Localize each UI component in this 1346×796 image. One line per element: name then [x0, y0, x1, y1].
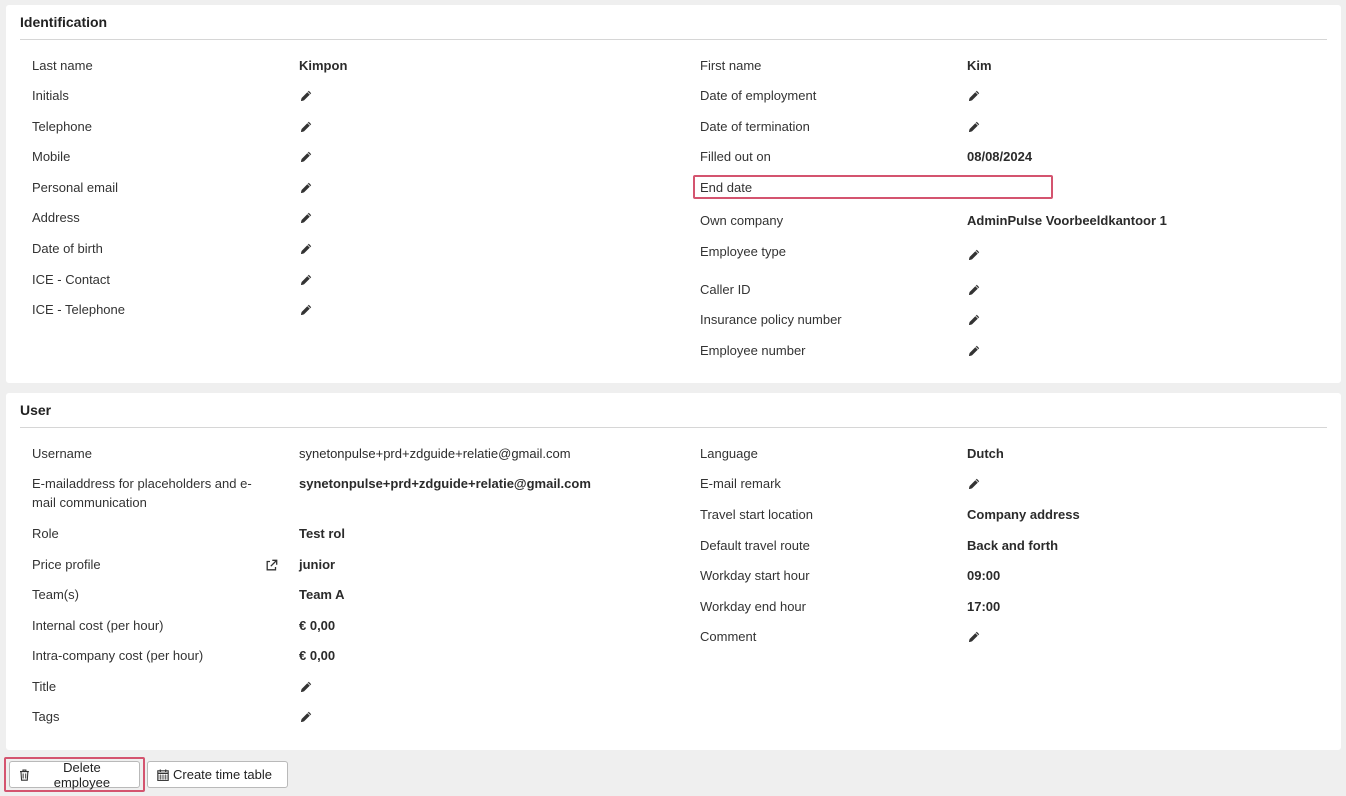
field-label: ICE - Telephone [32, 302, 125, 317]
pencil-icon[interactable] [299, 120, 313, 134]
pencil-icon[interactable] [967, 630, 981, 644]
field-label: Personal email [32, 180, 118, 195]
pencil-icon[interactable] [299, 211, 313, 225]
field-value: 09:00 [967, 568, 1001, 583]
field-value: Company address [967, 507, 1080, 522]
calendar-icon [157, 769, 169, 781]
divider [20, 427, 1327, 428]
field-label: Date of termination [700, 119, 810, 134]
field-label: Workday start hour [700, 568, 810, 583]
pencil-icon[interactable] [967, 344, 981, 358]
field-label: Employee number [700, 343, 806, 358]
field-value: Dutch [967, 446, 1004, 461]
field-label: Default travel route [700, 538, 810, 553]
field-label: Address [32, 210, 80, 225]
pencil-icon[interactable] [967, 120, 981, 134]
field-label: Title [32, 679, 57, 694]
field-label: Date of employment [700, 88, 817, 103]
pencil-icon[interactable] [967, 477, 981, 491]
field-value: AdminPulse Voorbeeldkantoor 1 [967, 213, 1167, 228]
field-label: ICE - Contact [32, 272, 111, 287]
field-label: Insurance policy number [700, 312, 842, 327]
field-label: Own company [700, 213, 784, 228]
field-label: Caller ID [700, 282, 751, 297]
user-panel: User Username synetonpulse+prd+zdguide+r… [6, 393, 1341, 750]
user-title: User [20, 402, 52, 418]
pencil-icon[interactable] [967, 248, 981, 262]
field-value: € 0,00 [299, 648, 336, 663]
create-time-table-button[interactable]: Create time table [147, 761, 288, 788]
field-value: Team A [299, 587, 345, 602]
delete-button-highlight [4, 757, 145, 792]
field-label: Comment [700, 629, 757, 644]
field-label: Price profile [32, 557, 101, 572]
field-value: synetonpulse+prd+zdguide+relatie@gmail.c… [299, 446, 571, 461]
pencil-icon[interactable] [967, 283, 981, 297]
field-value: Test rol [299, 526, 345, 541]
field-value: Back and forth [967, 538, 1059, 553]
pencil-icon[interactable] [299, 150, 313, 164]
field-label: E-mail remark [700, 476, 781, 491]
pencil-icon[interactable] [299, 303, 313, 317]
field-value: € 0,00 [299, 618, 336, 633]
field-value: junior [299, 557, 336, 572]
field-label: Intra-company cost (per hour) [32, 648, 204, 663]
field-label: First name [700, 58, 762, 73]
end-date-highlight [693, 175, 1053, 199]
divider [20, 39, 1327, 40]
field-label: Role [32, 526, 59, 541]
field-label: Initials [32, 88, 69, 103]
field-label: Date of birth [32, 241, 103, 256]
field-label: Tags [32, 709, 60, 724]
field-label: Last name [32, 58, 93, 73]
pencil-icon[interactable] [299, 242, 313, 256]
field-label: Workday end hour [700, 599, 806, 614]
field-label: Internal cost (per hour) [32, 618, 164, 633]
pencil-icon[interactable] [299, 273, 313, 287]
field-value: Kimpon [299, 58, 348, 73]
pencil-icon[interactable] [967, 89, 981, 103]
pencil-icon[interactable] [299, 710, 313, 724]
field-label: Employee type [700, 244, 786, 259]
field-label: Team(s) [32, 587, 79, 602]
external-link-icon[interactable] [265, 558, 278, 571]
pencil-icon[interactable] [299, 89, 313, 103]
field-label: Filled out on [700, 149, 771, 164]
field-label: Telephone [32, 119, 92, 134]
field-label: Username [32, 446, 92, 461]
field-label: Travel start location [700, 507, 813, 522]
field-label: E-mailaddress for placeholders and e-mai… [32, 476, 252, 510]
identification-title: Identification [20, 14, 108, 30]
pencil-icon[interactable] [299, 680, 313, 694]
field-label: Mobile [32, 149, 71, 164]
field-label: Language [700, 446, 758, 461]
field-value: 08/08/2024 [967, 149, 1033, 164]
field-value: Kim [967, 58, 992, 73]
pencil-icon[interactable] [299, 181, 313, 195]
field-value: 17:00 [967, 599, 1001, 614]
pencil-icon[interactable] [967, 313, 981, 327]
identification-panel: Identification Last name Kimpon Initials… [6, 5, 1341, 383]
field-value: synetonpulse+prd+zdguide+relatie@gmail.c… [299, 476, 591, 491]
create-time-table-label: Create time table [173, 767, 272, 782]
